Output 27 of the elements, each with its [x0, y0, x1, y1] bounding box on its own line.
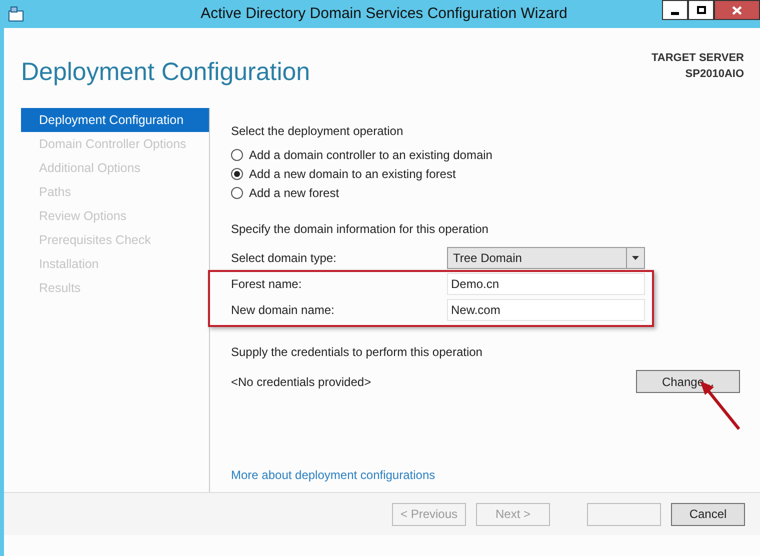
field-label: New domain name: — [231, 302, 336, 319]
close-button[interactable] — [714, 0, 760, 20]
sidebar-item[interactable]: Deployment Configuration — [21, 108, 209, 132]
radio-option[interactable]: Add a new forest — [231, 186, 740, 200]
target-server-label: TARGET SERVER — [652, 51, 744, 66]
target-server-name: SP2010AIO — [685, 67, 744, 82]
cancel-button[interactable]: Cancel — [671, 502, 745, 526]
field-label: Select domain type: — [231, 250, 338, 267]
close-icon — [732, 6, 742, 14]
radio-option[interactable]: Add a new domain to an existing forest — [231, 167, 740, 181]
section-heading: Select the deployment operation — [231, 123, 404, 140]
input-field[interactable]: Demo.cn — [447, 273, 645, 295]
section-heading: Supply the credentials to perform this operation — [231, 344, 484, 361]
change-button[interactable]: Change... — [636, 370, 740, 393]
field-label: Forest name: — [231, 276, 303, 293]
minimize-button[interactable] — [662, 0, 688, 20]
help-link[interactable]: More about deployment configurations — [231, 466, 740, 484]
domain-type-dropdown[interactable]: Tree Domain — [447, 247, 645, 269]
radio-option[interactable]: Add a domain controller to an existing domain — [231, 148, 740, 162]
window-title: Active Directory Domain Services Configuration Wizard — [200, 4, 568, 24]
section-heading: Specify the domain information for this operation — [231, 221, 490, 238]
input-field[interactable]: New.com — [447, 299, 645, 321]
page-title: Deployment Configuration — [21, 57, 310, 88]
credentials-status: <No credentials provided> — [231, 374, 372, 391]
wizard-icon — [8, 6, 24, 22]
maximize-button[interactable] — [688, 0, 714, 20]
caret-icon — [632, 256, 639, 260]
